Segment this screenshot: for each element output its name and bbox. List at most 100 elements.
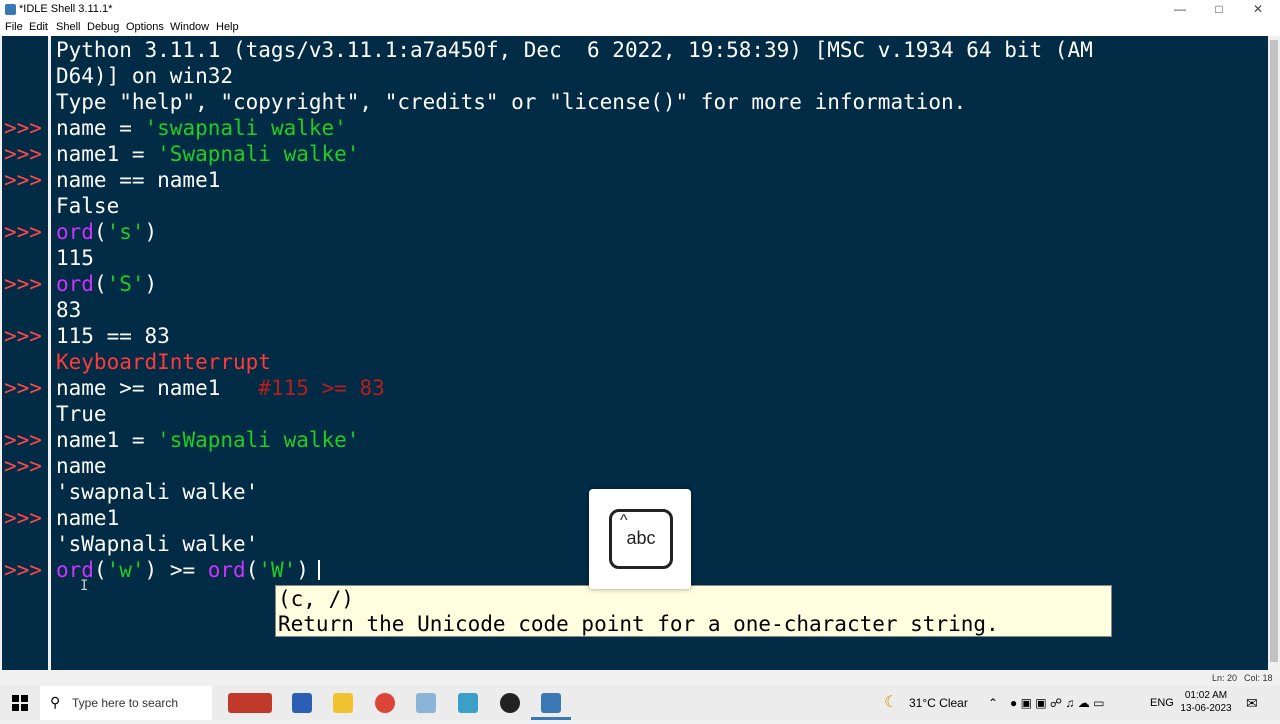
- banner-line: Python 3.11.1 (tags/v3.11.1:a7a450f, Dec…: [56, 38, 1093, 62]
- shell-prompt: >>>: [4, 558, 42, 582]
- calltip: (c, /) Return the Unicode code point for…: [275, 585, 1112, 637]
- clock[interactable]: 01:02 AM 13-06-2023: [1180, 686, 1232, 723]
- code-token: ): [144, 272, 158, 296]
- shell-prompt: >>>: [4, 168, 42, 192]
- output-line: True: [56, 401, 107, 427]
- code-token: ): [144, 220, 158, 244]
- code-token: (: [93, 558, 107, 582]
- menu-help[interactable]: Help: [216, 21, 239, 33]
- shell-prompt: >>>: [4, 506, 42, 530]
- input-line: ord('S'): [56, 271, 157, 297]
- shell-prompt: >>>: [4, 220, 42, 244]
- code-token: #115 >= 83: [258, 376, 385, 400]
- windows-start-icon[interactable]: [12, 686, 32, 720]
- menu-shell[interactable]: Shell: [56, 21, 80, 33]
- code-token: ord: [56, 220, 94, 244]
- maximize-button[interactable]: □: [1199, 0, 1239, 20]
- input-line: name1 = 'Swapnali walke': [56, 141, 359, 167]
- code-token: ord: [56, 272, 94, 296]
- code-token: 'swapnali walke': [144, 116, 347, 140]
- code-token: ord: [207, 558, 246, 582]
- code-token: 'swapnali walke': [56, 480, 259, 504]
- input-line: name == name1: [56, 167, 220, 193]
- code-token: 'Swapnali walke': [157, 142, 360, 166]
- code-token: 83: [56, 298, 82, 322]
- output-line: 83: [56, 297, 81, 323]
- code-token: name: [56, 454, 107, 478]
- weather-text[interactable]: 31°C Clear: [909, 686, 968, 720]
- code-token: ): [296, 558, 309, 582]
- clock-date: 13-06-2023: [1180, 703, 1232, 714]
- taskbar-app-icon[interactable]: [228, 693, 272, 713]
- calltip-doc: Return the Unicode code point for a one-…: [278, 612, 999, 636]
- scrollbar-thumb[interactable]: [1270, 40, 1278, 662]
- taskbar-app-icon[interactable]: [500, 693, 520, 713]
- taskbar-app-icon[interactable]: [416, 693, 436, 713]
- input-line: ord('w') >= ord('W'): [56, 557, 309, 583]
- input-line: name1 = 'sWapnali walke': [56, 427, 359, 453]
- code-token: name >= name1: [56, 376, 259, 400]
- menu-file[interactable]: File: [5, 21, 23, 33]
- chevron-up-icon[interactable]: ⌃: [988, 686, 998, 720]
- shell-prompt: >>>: [4, 116, 42, 140]
- taskbar-app-icon[interactable]: [458, 693, 478, 713]
- clock-time: 01:02 AM: [1184, 690, 1228, 701]
- output-line: 'swapnali walke': [56, 479, 258, 505]
- code-token: 's': [106, 220, 145, 244]
- notifications-icon[interactable]: ✉: [1246, 686, 1258, 720]
- caps-lock-label: abc: [626, 528, 656, 548]
- menu-options[interactable]: Options: [126, 21, 164, 33]
- input-line: name1: [56, 505, 119, 531]
- menu-debug[interactable]: Debug: [87, 21, 119, 33]
- menu-edit[interactable]: Edit: [29, 21, 48, 33]
- banner-line: Type "help", "copyright", "credits" or "…: [56, 90, 967, 114]
- code-token: (: [245, 558, 259, 582]
- taskbar-app-icon[interactable]: [292, 693, 312, 713]
- code-token: 'S': [106, 272, 145, 296]
- code-token: False: [56, 194, 120, 218]
- input-line: ord('s'): [56, 219, 157, 245]
- weather-icon[interactable]: ☾: [884, 686, 898, 720]
- output-line: 'sWapnali walke': [56, 531, 258, 557]
- python-idle-icon[interactable]: [541, 693, 561, 713]
- input-line: name: [56, 453, 107, 479]
- input-line: 115 == 83: [56, 323, 170, 349]
- code-token: name1: [56, 506, 120, 530]
- window-title: *IDLE Shell 3.11.1*: [19, 3, 113, 15]
- taskbar-search-box[interactable]: ⚲ Type here to search: [40, 686, 212, 720]
- search-icon: ⚲: [50, 694, 61, 710]
- code-token: (: [93, 220, 107, 244]
- shell-prompt: >>>: [4, 376, 42, 400]
- caps-lock-icon: ^ abc: [609, 509, 673, 569]
- code-token: 'W': [258, 558, 297, 582]
- shell-prompt: >>>: [4, 454, 42, 478]
- idle-app-icon: [5, 4, 16, 15]
- code-token: (: [93, 272, 107, 296]
- code-token: KeyboardInterrupt: [56, 350, 271, 374]
- calltip-signature: (c, /): [278, 587, 354, 611]
- text-caret: [318, 560, 320, 580]
- caps-lock-indicator: ^ abc: [589, 489, 691, 589]
- vertical-scrollbar[interactable]: [1268, 36, 1280, 670]
- chrome-icon[interactable]: [375, 693, 395, 713]
- shell-prompt: >>>: [4, 324, 42, 348]
- output-line: False: [56, 193, 119, 219]
- banner-line: D64)] on win32: [56, 64, 234, 88]
- minimize-button[interactable]: —: [1160, 0, 1200, 20]
- close-button[interactable]: ✕: [1238, 0, 1278, 20]
- menu-bar: File Edit Shell Debug Options Window Hel…: [0, 20, 1280, 36]
- code-token: 'w': [106, 558, 145, 582]
- mouse-cursor-icon: I: [80, 578, 89, 594]
- shell-prompt: >>>: [4, 272, 42, 296]
- menu-window[interactable]: Window: [170, 21, 209, 33]
- output-line: KeyboardInterrupt: [56, 349, 271, 375]
- input-line: name >= name1 #115 >= 83: [56, 375, 385, 401]
- language-indicator[interactable]: ENG: [1150, 686, 1174, 720]
- code-token: name =: [56, 116, 145, 140]
- shell-prompt: >>>: [4, 142, 42, 166]
- file-explorer-icon[interactable]: [333, 693, 353, 713]
- code-token: 115: [56, 246, 94, 270]
- code-token: name1 =: [56, 428, 158, 452]
- tray-icons[interactable]: ● ▣ ▣ ☍ ♫ ☁ ▭: [1010, 686, 1104, 720]
- title-bar: *IDLE Shell 3.11.1* — □ ✕: [0, 0, 1280, 20]
